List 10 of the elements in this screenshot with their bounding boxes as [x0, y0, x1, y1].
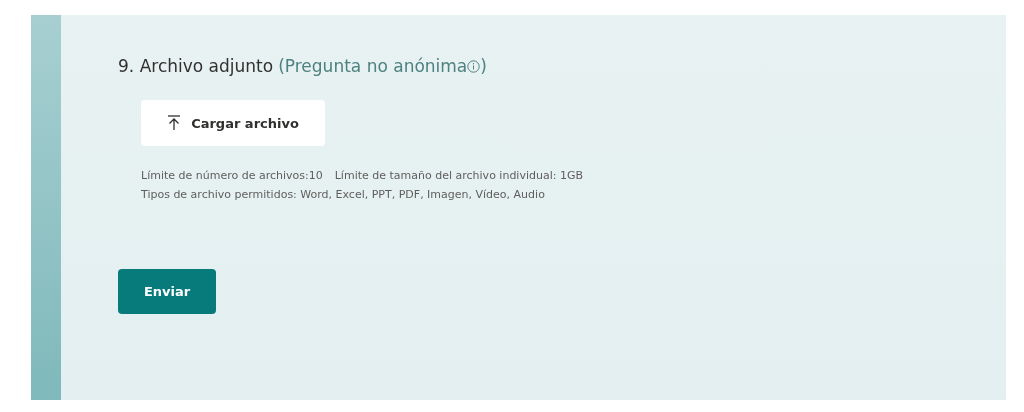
note-parenthesis: ) [480, 56, 487, 76]
allowed-types-text: Tipos de archivo permitidos: Word, Excel, PPT, PDF, Imagen, Vídeo, Audio [141, 187, 545, 203]
limit-text: Límite de tamaño del archivo individual: 1GB [334, 168, 583, 184]
limit-text: Límite de número de archivos:10 [141, 168, 323, 184]
info-icon[interactable] [467, 59, 481, 73]
question-title: 9. Archivo adjunto [118, 56, 274, 76]
upload-icon [167, 115, 182, 131]
upload-button[interactable]: Cargar archivo [141, 100, 325, 146]
submit-button[interactable]: Enviar [118, 269, 216, 314]
anonymity-note: (Pregunta no anónima [278, 56, 468, 76]
